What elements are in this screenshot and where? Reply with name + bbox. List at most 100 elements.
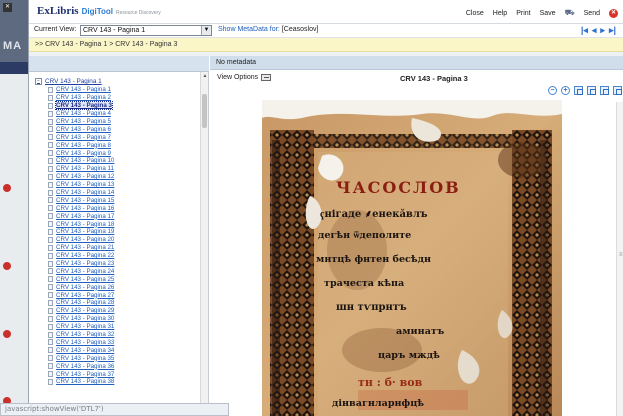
tree-item-page[interactable]: CRV 143 - Pagina 28 bbox=[35, 299, 200, 307]
background-delete-icon[interactable] bbox=[3, 262, 11, 270]
tree-item-page[interactable]: CRV 143 - Pagina 24 bbox=[35, 267, 200, 275]
chevron-down-icon[interactable]: ▼ bbox=[201, 26, 211, 35]
tree-item-page[interactable]: CRV 143 - Pagina 38 bbox=[35, 378, 200, 386]
tree-item-label[interactable]: CRV 143 - Pagina 2 bbox=[56, 94, 111, 101]
tree-item-page[interactable]: CRV 143 - Pagina 14 bbox=[35, 189, 200, 197]
tree-item-page[interactable]: CRV 143 - Pagina 22 bbox=[35, 252, 200, 260]
tree-item-page[interactable]: CRV 143 - Pagina 3 bbox=[35, 101, 200, 111]
show-metadata-link[interactable]: Show MetaData for: [Ceasoslov] bbox=[218, 26, 318, 33]
background-close-icon[interactable]: ✕ bbox=[3, 3, 12, 12]
zoom-out-icon[interactable]: − bbox=[548, 86, 557, 95]
tree-item-label[interactable]: CRV 143 - Pagina 26 bbox=[56, 284, 114, 291]
tree-item-label[interactable]: CRV 143 - Pagina 7 bbox=[56, 134, 111, 141]
tree-item-label[interactable]: CRV 143 - Pagina 5 bbox=[56, 118, 111, 125]
view-options-icon[interactable] bbox=[261, 74, 272, 81]
tree-item-label[interactable]: CRV 143 - Pagina 8 bbox=[56, 142, 111, 149]
print-link[interactable]: Print bbox=[516, 10, 530, 17]
show-metadata-label[interactable]: Show MetaData for: bbox=[218, 26, 280, 33]
tree-item-page[interactable]: CRV 143 - Pagina 10 bbox=[35, 157, 200, 165]
tree-item-page[interactable]: CRV 143 - Pagina 1 bbox=[35, 86, 200, 94]
close-link[interactable]: Close bbox=[466, 10, 484, 17]
tree-item-page[interactable]: CRV 143 - Pagina 16 bbox=[35, 204, 200, 212]
current-view-select[interactable]: CRV 143 - Pagina 1 ▼ bbox=[80, 25, 212, 36]
tree-item-page[interactable]: CRV 143 - Pagina 12 bbox=[35, 173, 200, 181]
next-page-icon[interactable]: ▸ bbox=[600, 25, 605, 36]
background-delete-icon[interactable] bbox=[3, 330, 11, 338]
tree-item-label[interactable]: CRV 143 - Pagina 23 bbox=[56, 260, 114, 267]
tree-item-label[interactable]: CRV 143 - Pagina 28 bbox=[56, 299, 114, 306]
help-link[interactable]: Help bbox=[493, 10, 507, 17]
tree-item-label[interactable]: CRV 143 - Pagina 35 bbox=[56, 355, 114, 362]
tree-item-page[interactable]: CRV 143 - Pagina 29 bbox=[35, 307, 200, 315]
tree-item-label[interactable]: CRV 143 - Pagina 19 bbox=[56, 228, 114, 235]
view-options-label[interactable]: View Options bbox=[217, 74, 258, 81]
tree-item-label[interactable]: CRV 143 - Pagina 38 bbox=[56, 378, 114, 385]
tree-item-page[interactable]: CRV 143 - Pagina 26 bbox=[35, 283, 200, 291]
tree-item-label[interactable]: CRV 143 - Pagina 3 bbox=[55, 101, 113, 111]
fullscreen-icon[interactable] bbox=[613, 86, 622, 95]
tree-item-page[interactable]: CRV 143 - Pagina 36 bbox=[35, 362, 200, 370]
scrollbar-thumb[interactable] bbox=[202, 94, 207, 128]
tree-item-page[interactable]: CRV 143 - Pagina 2 bbox=[35, 94, 200, 102]
tree-item-page[interactable]: CRV 143 - Pagina 8 bbox=[35, 141, 200, 149]
tree-item-page[interactable]: CRV 143 - Pagina 17 bbox=[35, 212, 200, 220]
tree-item-label[interactable]: CRV 143 - Pagina 22 bbox=[56, 252, 114, 259]
tree-item-label[interactable]: CRV 143 - Pagina 30 bbox=[56, 315, 114, 322]
fit-page-icon[interactable] bbox=[587, 86, 596, 95]
previous-page-icon[interactable]: ◂ bbox=[592, 25, 597, 36]
tree-item-label[interactable]: CRV 143 - Pagina 16 bbox=[56, 205, 114, 212]
tree-item-page[interactable]: CRV 143 - Pagina 7 bbox=[35, 133, 200, 141]
tree-item-page[interactable]: CRV 143 - Pagina 32 bbox=[35, 331, 200, 339]
fit-width-icon[interactable] bbox=[574, 86, 583, 95]
last-page-icon[interactable]: ▸| bbox=[609, 25, 616, 36]
tree-item-page[interactable]: CRV 143 - Pagina 4 bbox=[35, 110, 200, 118]
tree-item-page[interactable]: CRV 143 - Pagina 27 bbox=[35, 291, 200, 299]
tree-item-label[interactable]: CRV 143 - Pagina 15 bbox=[56, 197, 114, 204]
tree-item-label[interactable]: CRV 143 - Pagina 9 bbox=[56, 150, 111, 157]
tree-root-node[interactable]: − CRV 143 - Pagina 1 bbox=[35, 77, 200, 86]
tree-item-label[interactable]: CRV 143 - Pagina 1 bbox=[56, 86, 111, 93]
scrollbar-grip-icon[interactable]: ≡ bbox=[619, 252, 623, 258]
tree-item-label[interactable]: CRV 143 - Pagina 36 bbox=[56, 363, 114, 370]
tree-item-label[interactable]: CRV 143 - Pagina 24 bbox=[56, 268, 114, 275]
save-link[interactable]: Save bbox=[540, 10, 556, 17]
close-window-icon[interactable]: ✕ bbox=[609, 8, 618, 18]
tree-item-page[interactable]: CRV 143 - Pagina 21 bbox=[35, 244, 200, 252]
tree-item-label[interactable]: CRV 143 - Pagina 13 bbox=[56, 181, 114, 188]
tree-item-page[interactable]: CRV 143 - Pagina 30 bbox=[35, 315, 200, 323]
tree-item-label[interactable]: CRV 143 - Pagina 6 bbox=[56, 126, 111, 133]
tree-item-page[interactable]: CRV 143 - Pagina 9 bbox=[35, 149, 200, 157]
basket-icon[interactable]: ⛟ bbox=[565, 8, 575, 18]
tree-item-label[interactable]: CRV 143 - Pagina 34 bbox=[56, 347, 114, 354]
tree-item-label[interactable]: CRV 143 - Pagina 17 bbox=[56, 213, 114, 220]
tree-item-label[interactable]: CRV 143 - Pagina 20 bbox=[56, 236, 114, 243]
tree-item-label[interactable]: CRV 143 - Pagina 18 bbox=[56, 221, 114, 228]
tree-item-label[interactable]: CRV 143 - Pagina 11 bbox=[56, 165, 114, 172]
tree-item-label[interactable]: CRV 143 - Pagina 12 bbox=[56, 173, 114, 180]
tree-item-page[interactable]: CRV 143 - Pagina 6 bbox=[35, 125, 200, 133]
tree-item-page[interactable]: CRV 143 - Pagina 19 bbox=[35, 228, 200, 236]
tree-item-label[interactable]: CRV 143 - Pagina 37 bbox=[56, 371, 114, 378]
first-page-icon[interactable]: |◂ bbox=[581, 25, 588, 36]
send-link[interactable]: Send bbox=[584, 10, 600, 17]
tree-item-page[interactable]: CRV 143 - Pagina 11 bbox=[35, 165, 200, 173]
tree-item-page[interactable]: CRV 143 - Pagina 35 bbox=[35, 354, 200, 362]
scanned-page-image[interactable]: ЧАСОСЛОВ ҁнігаде ⸙енекӑвлъ дегѣн ѿдеполи… bbox=[262, 100, 562, 416]
tree-item-page[interactable]: CRV 143 - Pagina 20 bbox=[35, 236, 200, 244]
zoom-in-icon[interactable]: + bbox=[561, 86, 570, 95]
tree-item-label[interactable]: CRV 143 - Pagina 25 bbox=[56, 276, 114, 283]
tree-item-page[interactable]: CRV 143 - Pagina 23 bbox=[35, 260, 200, 268]
collapse-icon[interactable]: − bbox=[35, 78, 42, 85]
tree-item-page[interactable]: CRV 143 - Pagina 15 bbox=[35, 196, 200, 204]
tree-item-label[interactable]: CRV 143 - Pagina 27 bbox=[56, 292, 114, 299]
tree-item-label[interactable]: CRV 143 - Pagina 4 bbox=[56, 110, 111, 117]
tree-item-page[interactable]: CRV 143 - Pagina 13 bbox=[35, 181, 200, 189]
viewer-scrollbar[interactable]: ≡ bbox=[616, 102, 623, 416]
rotate-icon[interactable] bbox=[600, 86, 609, 95]
tree-item-label[interactable]: CRV 143 - Pagina 14 bbox=[56, 189, 114, 196]
tree-item-page[interactable]: CRV 143 - Pagina 37 bbox=[35, 370, 200, 378]
tree-root-label[interactable]: CRV 143 - Pagina 1 bbox=[45, 78, 102, 85]
tree-item-label[interactable]: CRV 143 - Pagina 29 bbox=[56, 307, 114, 314]
tree-item-label[interactable]: CRV 143 - Pagina 21 bbox=[56, 244, 114, 251]
tree-item-page[interactable]: CRV 143 - Pagina 18 bbox=[35, 220, 200, 228]
